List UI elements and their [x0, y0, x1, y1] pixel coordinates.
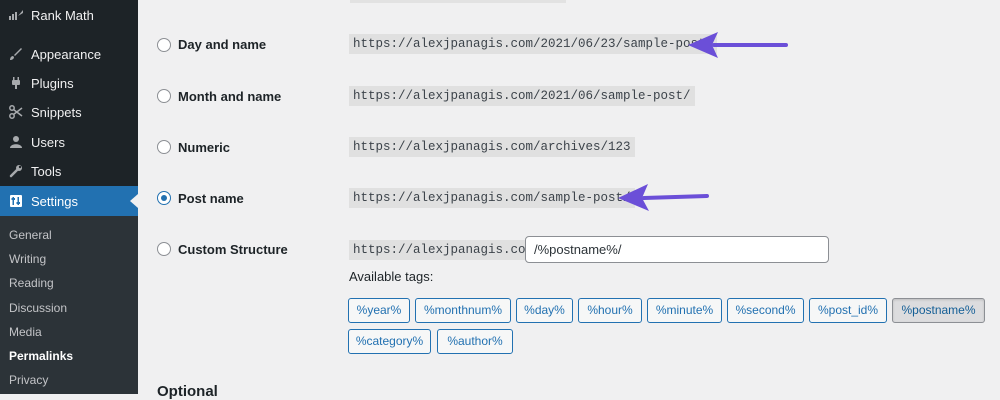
admin-sidebar: Rank Math Appearance Plugins Snippets Us… [0, 0, 138, 394]
available-tags-label: Available tags: [349, 269, 434, 284]
tag-button-category[interactable]: %category% [348, 329, 431, 354]
rank-math-icon [8, 7, 24, 23]
tag-button-day[interactable]: %day% [516, 298, 573, 323]
sidebar-item-settings[interactable]: Settings [0, 186, 138, 216]
tag-button-postname[interactable]: %postname% [892, 298, 985, 323]
permalink-example-day-and-name: https://alexjpanagis.com/2021/06/23/samp… [349, 34, 718, 54]
radio-month-and-name[interactable] [157, 89, 171, 103]
annotation-arrow-day-and-name [688, 32, 788, 58]
sidebar-item-label: Settings [31, 193, 78, 209]
sidebar-item-label: Tools [31, 163, 62, 179]
sidebar-item-plugins[interactable]: Plugins [0, 68, 138, 98]
tag-button-year[interactable]: %year% [348, 298, 410, 323]
submenu-item-reading[interactable]: Reading [9, 276, 54, 290]
option-label-numeric: Numeric [178, 140, 231, 155]
tag-button-post-id[interactable]: %post_id% [809, 298, 887, 323]
optional-heading: Optional [157, 383, 218, 400]
option-label-day-and-name: Day and name [178, 37, 267, 52]
radio-custom-structure[interactable] [157, 242, 171, 256]
radio-post-name[interactable] [157, 191, 171, 205]
permalink-example-post-name: https://alexjpanagis.com/sample-post/ [349, 188, 635, 208]
custom-structure-input[interactable]: /%postname%/ [525, 236, 829, 263]
sidebar-item-label: Appearance [31, 46, 102, 62]
radio-numeric[interactable] [157, 140, 171, 154]
custom-structure-prefix: https://alexjpanagis.com [349, 240, 538, 260]
sidebar-item-label: Rank Math [31, 7, 94, 23]
sidebar-item-rank-math[interactable]: Rank Math [0, 0, 138, 30]
submenu-item-writing[interactable]: Writing [9, 252, 46, 266]
submenu-item-general[interactable]: General [9, 228, 52, 242]
paintbrush-icon [8, 46, 24, 62]
submenu-item-permalinks[interactable]: Permalinks [9, 349, 73, 363]
tag-button-hour[interactable]: %hour% [578, 298, 642, 323]
current-menu-arrow [130, 194, 138, 208]
tag-button-author[interactable]: %author% [437, 329, 513, 354]
sidebar-item-snippets[interactable]: Snippets [0, 97, 138, 127]
sidebar-item-label: Users [31, 134, 65, 150]
option-label-month-and-name: Month and name [178, 89, 282, 104]
tag-button-minute[interactable]: %minute% [647, 298, 722, 323]
submenu-item-media[interactable]: Media [9, 325, 42, 339]
wrench-icon [8, 163, 24, 179]
submenu-item-discussion[interactable]: Discussion [9, 301, 67, 315]
scissors-icon [8, 104, 24, 120]
radio-day-and-name[interactable] [157, 38, 171, 52]
tag-button-monthnum[interactable]: %monthnum% [415, 298, 511, 323]
permalink-example-numeric: https://alexjpanagis.com/archives/123 [349, 137, 635, 157]
sidebar-item-label: Plugins [31, 75, 74, 91]
option-label-post-name: Post name [178, 191, 244, 206]
annotation-arrow-post-name [618, 184, 709, 211]
previous-example-code-edge [350, 0, 566, 3]
user-icon [8, 134, 24, 150]
settings-icon [8, 193, 24, 209]
plug-icon [8, 75, 24, 91]
sidebar-item-appearance[interactable]: Appearance [0, 39, 138, 69]
sidebar-item-users[interactable]: Users [0, 127, 138, 157]
sidebar-item-label: Snippets [31, 104, 82, 120]
submenu-item-privacy[interactable]: Privacy [9, 373, 48, 387]
tag-button-second[interactable]: %second% [727, 298, 804, 323]
settings-submenu: General Writing Reading Discussion Media… [0, 216, 138, 394]
permalink-example-month-and-name: https://alexjpanagis.com/2021/06/sample-… [349, 86, 695, 106]
sidebar-item-tools[interactable]: Tools [0, 156, 138, 186]
option-label-custom-structure: Custom Structure [178, 242, 288, 257]
